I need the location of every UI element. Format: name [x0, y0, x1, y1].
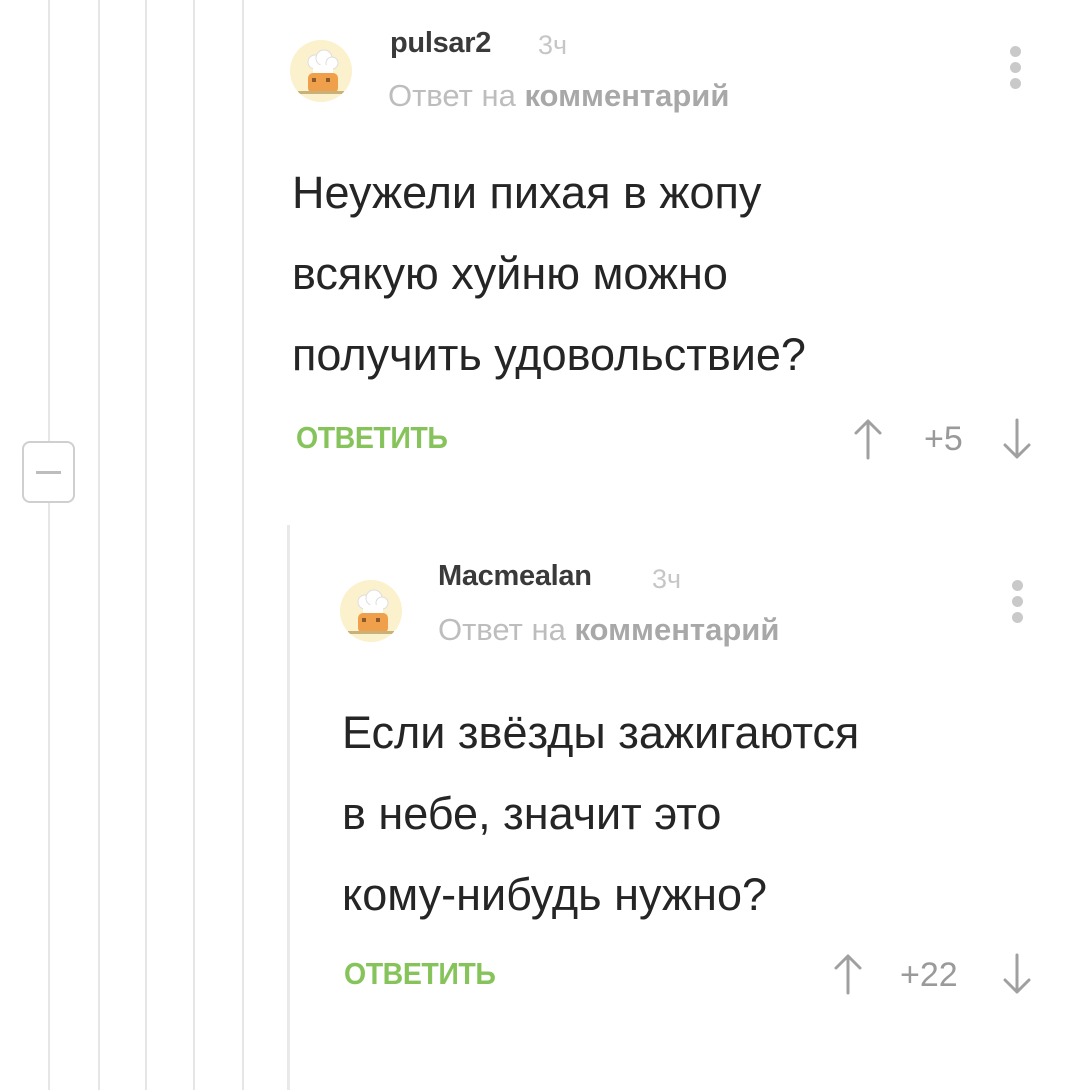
thread-indent-line	[242, 0, 244, 1090]
arrow-up-icon[interactable]	[833, 953, 863, 995]
chef-hat-avatar-icon[interactable]	[290, 40, 352, 102]
comment-username[interactable]: Macmealan	[438, 560, 592, 593]
arrow-down-icon[interactable]	[1002, 953, 1032, 995]
comment-rating: +5	[924, 420, 963, 458]
arrow-down-icon[interactable]	[1002, 418, 1032, 460]
comment-text-line: всякую хуйню можно	[292, 248, 728, 299]
more-vertical-icon[interactable]	[1004, 46, 1028, 94]
comment-text-line: кому-нибудь нужно?	[342, 869, 767, 920]
reply-thread-line	[287, 525, 290, 1090]
comment-time: 3ч	[652, 564, 682, 594]
comment-text: Если звёзды зажигаются в небе, значит эт…	[342, 692, 859, 935]
reply-to-prefix: Ответ на	[438, 612, 566, 647]
comment-text: Неужели пихая в жопу всякую хуйню можно …	[292, 152, 806, 395]
comment: pulsar2 3ч Ответ на комментарий Неужели …	[290, 0, 1080, 520]
thread-indent-line	[48, 0, 50, 1090]
comment-text-line: в небе, значит это	[342, 788, 722, 839]
collapse-minus-icon	[36, 471, 61, 474]
thread-indent-line	[145, 0, 147, 1090]
reply-to-comment-link[interactable]: комментарий	[574, 612, 779, 647]
comment-username[interactable]: pulsar2	[390, 27, 491, 60]
reply-to-line: Ответ на комментарий	[438, 612, 779, 648]
reply-to-prefix: Ответ на	[388, 78, 516, 113]
comment-text-line: получить удовольствие?	[292, 329, 806, 380]
more-vertical-icon[interactable]	[1006, 580, 1030, 628]
reply-to-line: Ответ на комментарий	[388, 78, 729, 114]
comment: Macmealan 3ч Ответ на комментарий Если з…	[340, 540, 1080, 1040]
thread-indent-line	[193, 0, 195, 1090]
thread-indent-line	[98, 0, 100, 1090]
reply-button[interactable]: ОТВЕТИТЬ	[344, 956, 496, 992]
reply-button[interactable]: ОТВЕТИТЬ	[296, 420, 448, 456]
arrow-up-icon[interactable]	[853, 418, 883, 460]
chef-hat-avatar-icon[interactable]	[340, 580, 402, 642]
reply-to-comment-link[interactable]: комментарий	[524, 78, 729, 113]
comment-rating: +22	[900, 956, 958, 994]
collapse-thread-button[interactable]	[22, 441, 75, 503]
comment-text-line: Если звёзды зажигаются	[342, 707, 860, 758]
comment-text-line: Неужели пихая в жопу	[292, 167, 762, 218]
comment-time: 3ч	[538, 30, 568, 60]
